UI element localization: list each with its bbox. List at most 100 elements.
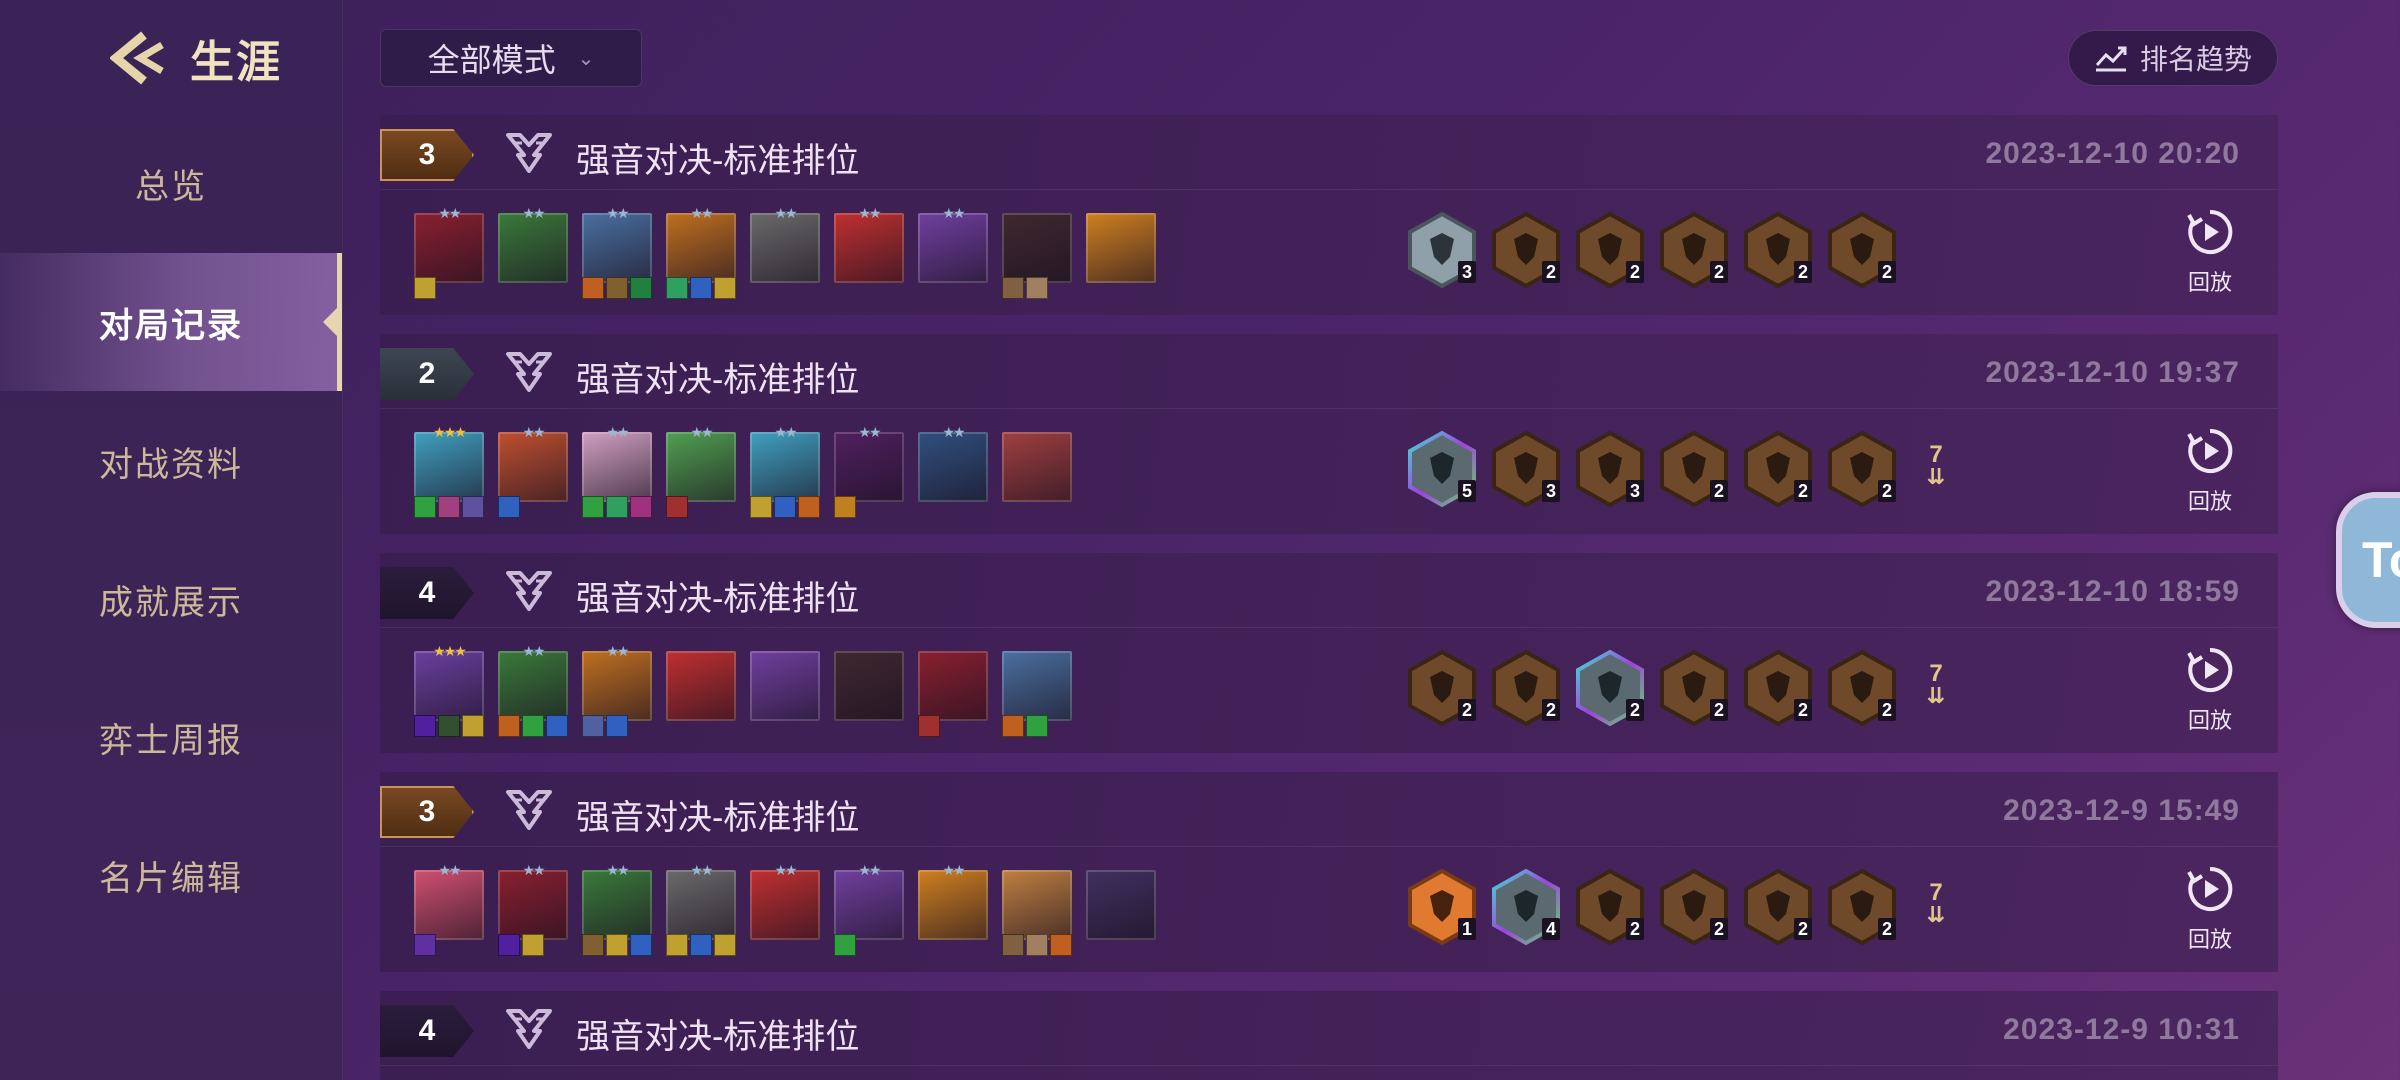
champion-portrait[interactable]: ★★: [414, 205, 484, 299]
trait-hex-icon[interactable]: 3: [1488, 430, 1564, 508]
sidebar-item-battle-stats[interactable]: 对战资料: [0, 392, 342, 530]
trait-hex-icon[interactable]: 2: [1824, 211, 1900, 289]
trait-hex-icon[interactable]: 2: [1572, 868, 1648, 946]
champion-portrait[interactable]: [918, 651, 988, 737]
champion-portrait[interactable]: [750, 651, 820, 721]
replay-button[interactable]: 回放: [2180, 864, 2240, 954]
item-icon: [630, 496, 652, 518]
sidebar-item-achievements[interactable]: 成就展示: [0, 530, 342, 668]
trait-count: 2: [1794, 918, 1812, 940]
champion-portrait[interactable]: [1002, 213, 1072, 299]
replay-button[interactable]: 回放: [2180, 645, 2240, 735]
champion-portrait[interactable]: ★★: [414, 862, 484, 956]
champion-portrait[interactable]: ★★: [918, 205, 988, 283]
trait-hex-icon[interactable]: 2: [1656, 211, 1732, 289]
champion-portrait[interactable]: [1086, 870, 1156, 940]
champion-portrait[interactable]: ★★: [834, 862, 904, 956]
champion-portrait[interactable]: ★★: [498, 862, 568, 956]
trait-hex-icon[interactable]: 2: [1740, 211, 1816, 289]
match-card[interactable]: 3 强音对决-标准排位 2023-12-10 20:20 ★★ ★★ ★★ ★★ ★★ ★★ ★★…: [380, 115, 2278, 315]
sidebar-item-match-history[interactable]: 对局记录: [0, 253, 342, 391]
sidebar-item-label: 弈士周报: [99, 721, 243, 760]
trait-hex-icon[interactable]: 2: [1656, 649, 1732, 727]
trait-hex-icon[interactable]: 5: [1404, 430, 1480, 508]
champion-portrait[interactable]: ★★: [666, 862, 736, 956]
trait-hex-icon[interactable]: 2: [1740, 430, 1816, 508]
trait-hex-icon[interactable]: 2: [1824, 430, 1900, 508]
trait-hex-icon[interactable]: 2: [1740, 868, 1816, 946]
champion-portrait[interactable]: ★★: [918, 862, 988, 940]
champion-portrait[interactable]: ★★: [582, 424, 652, 518]
champion-portrait[interactable]: ★★: [498, 205, 568, 283]
item-icon: [462, 496, 484, 518]
star-level-icon: ★★: [690, 862, 713, 878]
trait-hex-icon[interactable]: 2: [1488, 211, 1564, 289]
sidebar-item-card-edit[interactable]: 名片编辑: [0, 806, 342, 944]
champion-portrait[interactable]: ★★: [750, 424, 820, 518]
match-card[interactable]: 4 强音对决-标准排位 2023-12-9 10:31: [380, 991, 2278, 1080]
trait-hex-icon[interactable]: 2: [1824, 868, 1900, 946]
sidebar-item-overview[interactable]: 总览: [0, 114, 342, 252]
champion-portrait[interactable]: [1086, 213, 1156, 283]
champion-portrait[interactable]: ★★: [834, 205, 904, 283]
item-icon: [1002, 715, 1024, 737]
champion-items: [414, 277, 436, 299]
champion-portrait[interactable]: ★★: [666, 424, 736, 518]
trait-hex-icon[interactable]: 4: [1488, 868, 1564, 946]
trait-hex-icon[interactable]: 2: [1740, 649, 1816, 727]
expand-traits-button[interactable]: 7 ⇊: [1916, 881, 1956, 926]
expand-traits-button[interactable]: 7 ⇊: [1916, 662, 1956, 707]
sidebar-item-label: 总览: [135, 167, 207, 206]
match-card[interactable]: 3 强音对决-标准排位 2023-12-9 15:49 ★★ ★★ ★★ ★★ ★★ ★★ ★★ 1…: [380, 772, 2278, 972]
trait-hex-icon[interactable]: 2: [1824, 649, 1900, 727]
champion-portrait[interactable]: ★★: [750, 205, 820, 283]
floating-assistant-bubble[interactable]: To: [2336, 492, 2400, 628]
champion-portrait[interactable]: [1002, 651, 1072, 737]
trait-hex-icon[interactable]: 1: [1404, 868, 1480, 946]
champion-portrait[interactable]: ★★: [498, 643, 568, 737]
sidebar-item-weekly-report[interactable]: 弈士周报: [0, 668, 342, 806]
champion-portrait[interactable]: ★★: [498, 424, 568, 518]
mode-filter-select[interactable]: 全部模式 ⌄: [380, 29, 642, 87]
champion-portrait[interactable]: ★★★: [414, 424, 484, 518]
trait-hex-icon[interactable]: 2: [1404, 649, 1480, 727]
champion-items: [750, 496, 820, 518]
trait-hex-icon[interactable]: 2: [1572, 211, 1648, 289]
champion-portrait[interactable]: ★★: [750, 862, 820, 940]
champion-portrait[interactable]: [1002, 432, 1072, 502]
ranked-mode-icon: [504, 131, 554, 180]
champion-items: [1002, 934, 1072, 956]
champion-portrait[interactable]: [834, 651, 904, 721]
trait-hex-icon[interactable]: 2: [1656, 868, 1732, 946]
rank-trend-label: 排名趋势: [2139, 44, 2252, 75]
champion-portrait[interactable]: ★★: [582, 205, 652, 299]
match-time: 2023-12-10 18:59: [1985, 575, 2240, 608]
placement-value: 4: [418, 576, 436, 609]
sidebar-item-label: 对战资料: [99, 445, 243, 484]
trait-hex-icon[interactable]: 2: [1572, 649, 1648, 727]
trait-hex-icon[interactable]: 2: [1488, 649, 1564, 727]
replay-button[interactable]: 回放: [2180, 426, 2240, 516]
back-button[interactable]: 生涯: [110, 28, 282, 88]
champion-portrait[interactable]: ★★: [666, 205, 736, 299]
trait-hex-icon[interactable]: 3: [1572, 430, 1648, 508]
expand-traits-button[interactable]: 7 ⇊: [1916, 443, 1956, 488]
replay-button[interactable]: 回放: [2180, 207, 2240, 297]
champion-portrait[interactable]: ★★: [582, 643, 652, 737]
item-icon: [918, 715, 940, 737]
item-icon: [414, 496, 436, 518]
trait-hex-icon[interactable]: 2: [1656, 430, 1732, 508]
champion-portrait[interactable]: ★★: [918, 424, 988, 502]
trait-hex-icon[interactable]: 3: [1404, 211, 1480, 289]
item-icon: [714, 934, 736, 956]
rank-trend-button[interactable]: 排名趋势: [2068, 30, 2278, 86]
champion-portrait[interactable]: ★★: [834, 424, 904, 518]
champion-items: [498, 715, 568, 737]
match-card[interactable]: 4 强音对决-标准排位 2023-12-10 18:59 ★★★ ★★ ★★ 2 2 2 2 2 2 7…: [380, 553, 2278, 753]
champion-portrait[interactable]: [666, 651, 736, 721]
match-card[interactable]: 2 强音对决-标准排位 2023-12-10 19:37 ★★★ ★★ ★★ ★★ ★★ ★★ ★…: [380, 334, 2278, 534]
champion-portrait[interactable]: [1002, 870, 1072, 956]
champion-portrait[interactable]: ★★★: [414, 643, 484, 737]
item-icon: [714, 277, 736, 299]
champion-portrait[interactable]: ★★: [582, 862, 652, 956]
